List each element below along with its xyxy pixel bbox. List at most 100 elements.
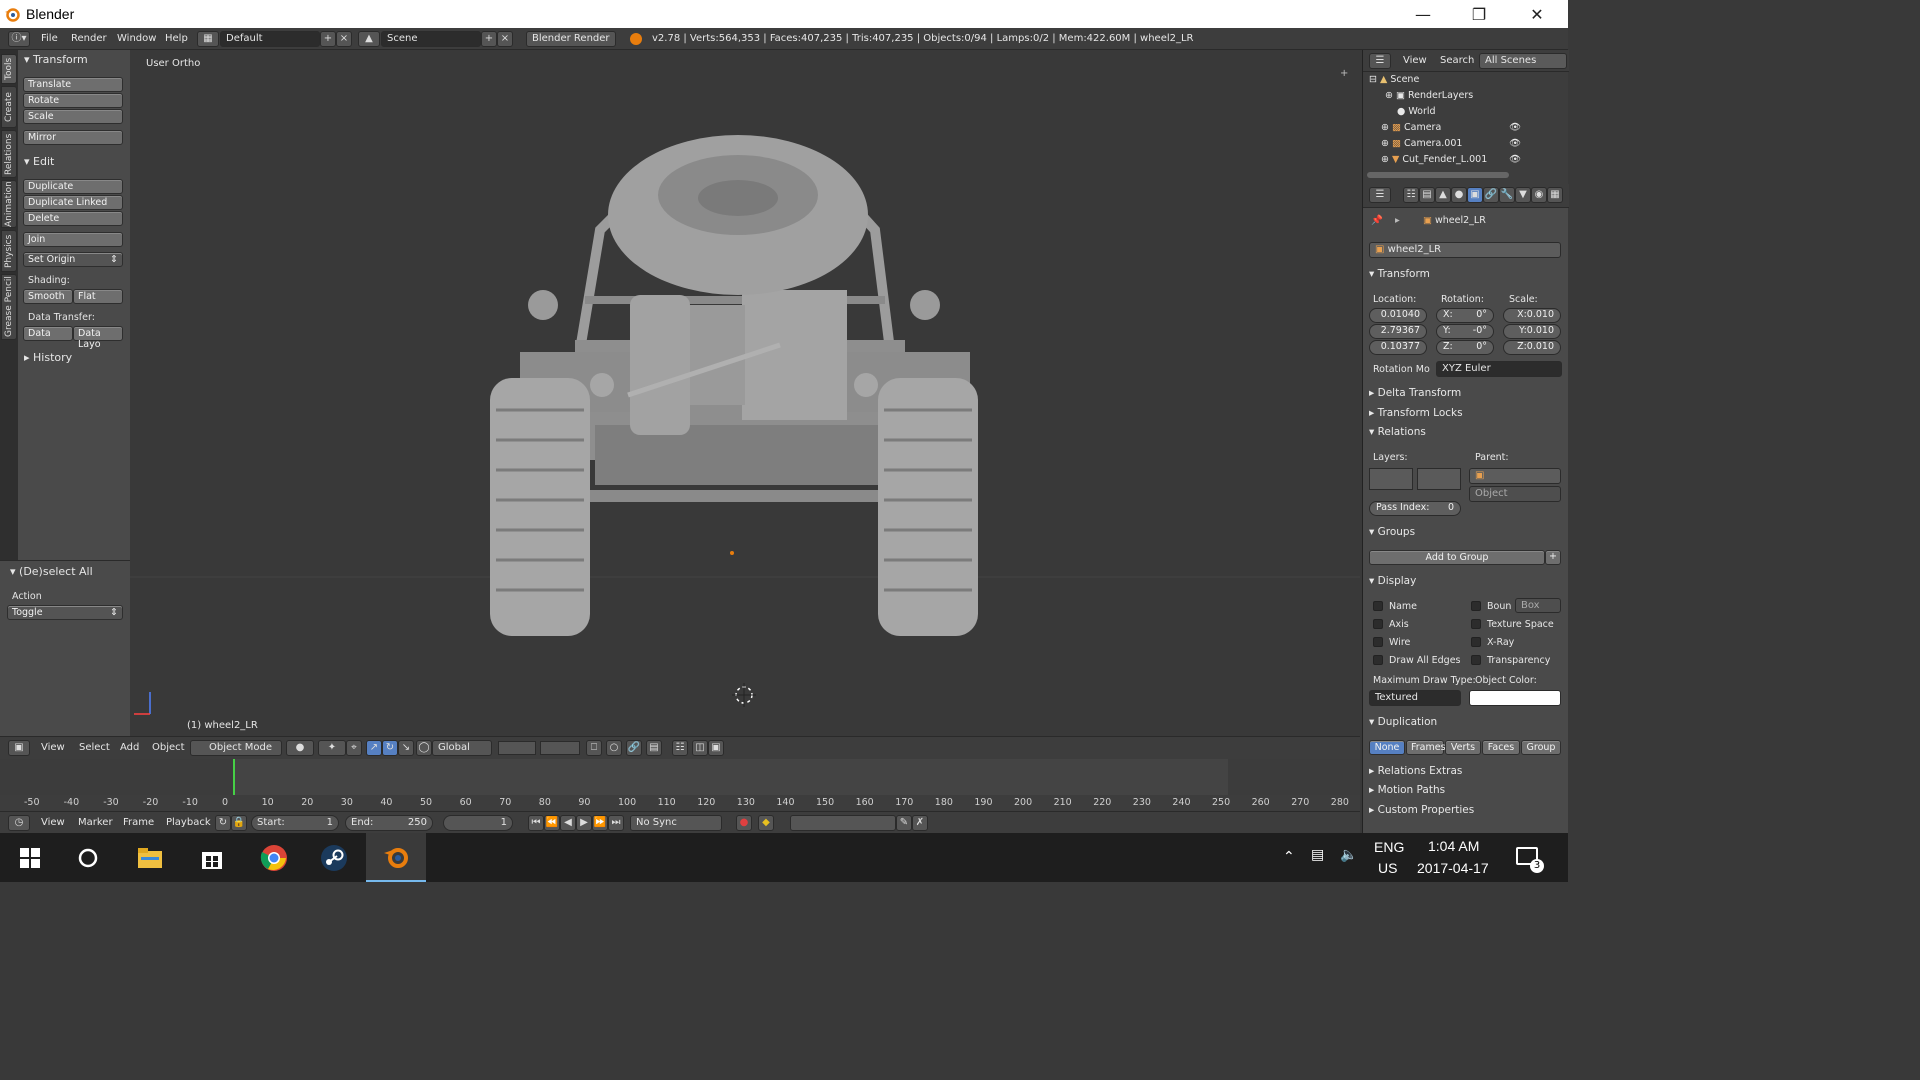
menu-help[interactable]: Help (165, 33, 188, 44)
close-button[interactable]: ✕ (1514, 0, 1560, 28)
render-engine-select[interactable]: Blender Render (526, 31, 616, 47)
modifiers-tab-icon[interactable]: 🔧 (1499, 187, 1515, 203)
rotation-z-field[interactable]: Z: 0° (1436, 340, 1494, 355)
outliner-menu-view[interactable]: View (1403, 55, 1427, 66)
current-frame-field[interactable]: 1 (443, 815, 513, 831)
duplicate-button[interactable]: Duplicate (23, 179, 123, 194)
volume-icon[interactable]: 🔈 (1340, 847, 1357, 863)
delete-keyframe-icon[interactable]: ✗ (912, 815, 928, 831)
rotation-mode-select[interactable]: XYZ Euler (1436, 361, 1562, 377)
display-section[interactable]: ▾ Display (1369, 575, 1416, 587)
screen-layout-icon[interactable]: ▦ (197, 31, 219, 47)
menu-playback[interactable]: Playback (166, 817, 211, 828)
outliner-item-camera[interactable]: ⊕ ▩ Camera 👁 (1381, 122, 1577, 138)
outliner-item-world[interactable]: ● World (1397, 106, 1593, 122)
menu-render[interactable]: Render (71, 33, 107, 44)
pivot-point-icon[interactable]: ✦ (318, 740, 346, 756)
delta-transform-section[interactable]: ▸ Delta Transform (1369, 387, 1461, 399)
outliner-item-cut-fender[interactable]: ⊕ ▼ Cut_Fender_L.001 👁 (1381, 154, 1577, 170)
file-explorer-icon[interactable] (120, 833, 180, 882)
translate-manipulator-icon[interactable]: ↗ (366, 740, 382, 756)
insert-keyframe-icon[interactable]: ✎ (896, 815, 912, 831)
duplicate-linked-button[interactable]: Duplicate Linked (23, 195, 123, 210)
transform-section-header[interactable]: ▾ Transform (1369, 268, 1430, 280)
editor-type-info-icon[interactable]: ⓘ▾ (8, 31, 30, 47)
layers-grid-1[interactable] (498, 741, 536, 755)
play-reverse-icon[interactable]: ◀ (560, 815, 576, 831)
chrome-icon[interactable] (244, 833, 304, 882)
data-layout-button[interactable]: Data Layo (73, 326, 123, 350)
language-indicator[interactable]: ENG (1374, 839, 1404, 855)
material-tab-icon[interactable]: ◉ (1531, 187, 1547, 203)
editor-type-properties-icon[interactable]: ☰ (1369, 187, 1391, 203)
menu-select[interactable]: Select (79, 742, 110, 753)
screen-layout-field[interactable]: Default (220, 31, 320, 47)
pass-index-field[interactable]: Pass Index: 0 (1369, 501, 1461, 516)
show-axis-checkbox[interactable] (1373, 619, 1383, 629)
remove-layout-icon[interactable]: × (336, 31, 352, 47)
viewport-shading-icon[interactable]: ● (286, 740, 314, 756)
flat-button[interactable]: Flat (73, 289, 123, 304)
play-icon[interactable]: ▶ (576, 815, 592, 831)
end-frame-field[interactable]: End: 250 (345, 815, 433, 831)
dup-faces-button[interactable]: Faces (1482, 740, 1520, 755)
tab-animation[interactable]: Animation (1, 180, 17, 228)
outliner-menu-search[interactable]: Search (1440, 55, 1474, 66)
set-origin-select[interactable]: Set Origin ⇕ (23, 252, 123, 267)
layers-grid-a[interactable] (1369, 468, 1413, 490)
mode-select[interactable]: Object Mode (190, 740, 282, 756)
x-ray-checkbox[interactable] (1471, 637, 1481, 647)
motion-paths-section[interactable]: ▸ Motion Paths (1369, 784, 1445, 796)
join-button[interactable]: Join (23, 232, 123, 247)
jump-next-key-icon[interactable]: ⏩ (592, 815, 608, 831)
editor-type-outliner-icon[interactable]: ☰ (1369, 53, 1391, 69)
outliner-item-scene[interactable]: ⊟ ▲ Scene (1369, 74, 1565, 90)
tab-tools[interactable]: Tools (1, 54, 17, 84)
outliner-item-camera001[interactable]: ⊕ ▩ Camera.001 👁 (1381, 138, 1577, 154)
menu-object[interactable]: Object (152, 742, 185, 753)
edit-panel-header[interactable]: ▾ Edit (24, 155, 54, 168)
scale-manipulator-icon[interactable]: ↘ (398, 740, 414, 756)
store-icon[interactable] (182, 833, 242, 882)
outliner-display-mode[interactable]: All Scenes (1479, 53, 1567, 69)
layers-grid-b[interactable] (1417, 468, 1461, 490)
tab-physics[interactable]: Physics (1, 230, 17, 272)
scene-icon[interactable]: ▲ (358, 31, 380, 47)
object-name-field[interactable]: ▣ wheel2_LR (1369, 242, 1561, 258)
scale-y-field[interactable]: Y:0.010 (1503, 324, 1561, 339)
scale-z-field[interactable]: Z:0.010 (1503, 340, 1561, 355)
add-group-icon[interactable]: + (1545, 550, 1561, 565)
add-scene-icon[interactable]: + (481, 31, 497, 47)
transform-panel-header[interactable]: ▾ Transform (24, 53, 88, 66)
location-x-field[interactable]: 0.01040 (1369, 308, 1427, 323)
show-name-checkbox[interactable] (1373, 601, 1383, 611)
data-transfer-button[interactable]: Data (23, 326, 73, 341)
history-panel-header[interactable]: ▸ History (24, 351, 72, 364)
dup-group-button[interactable]: Group (1521, 740, 1561, 755)
keying-set-field[interactable] (790, 815, 896, 831)
outliner-item-renderlayers[interactable]: ⊕ ▣ RenderLayers (1385, 90, 1581, 106)
scale-button[interactable]: Scale (23, 109, 123, 124)
duplication-section[interactable]: ▾ Duplication (1369, 716, 1437, 728)
jump-start-icon[interactable]: ⏮ (528, 815, 544, 831)
sync-mode-select[interactable]: No Sync (630, 815, 722, 831)
constraints-tab-icon[interactable]: 🔗 (1483, 187, 1499, 203)
menu-timeline-view[interactable]: View (41, 817, 65, 828)
manipulator-toggle-icon[interactable]: ⌖ (346, 740, 362, 756)
dup-frames-button[interactable]: Frames (1406, 740, 1446, 755)
editor-type-3d-icon[interactable]: ▣ (8, 740, 30, 756)
rotate-button[interactable]: Rotate (23, 93, 123, 108)
opengl-render-icon[interactable]: ☷ (672, 740, 688, 756)
transparency-checkbox[interactable] (1471, 655, 1481, 665)
current-frame-indicator[interactable] (233, 759, 235, 797)
clock-time[interactable]: 1:04 AM (1428, 838, 1479, 854)
layers-grid-2[interactable] (540, 741, 580, 755)
mirror-button[interactable]: Mirror (23, 130, 123, 145)
steam-icon[interactable] (304, 833, 364, 882)
scene-tab-icon[interactable]: ▲ (1435, 187, 1451, 203)
snap-element-icon[interactable]: ▤ (646, 740, 662, 756)
draw-all-edges-checkbox[interactable] (1373, 655, 1383, 665)
menu-view[interactable]: View (41, 742, 65, 753)
render-animation-icon[interactable]: ◫ (692, 740, 708, 756)
show-hidden-icons-icon[interactable]: ⌃ (1283, 849, 1295, 865)
